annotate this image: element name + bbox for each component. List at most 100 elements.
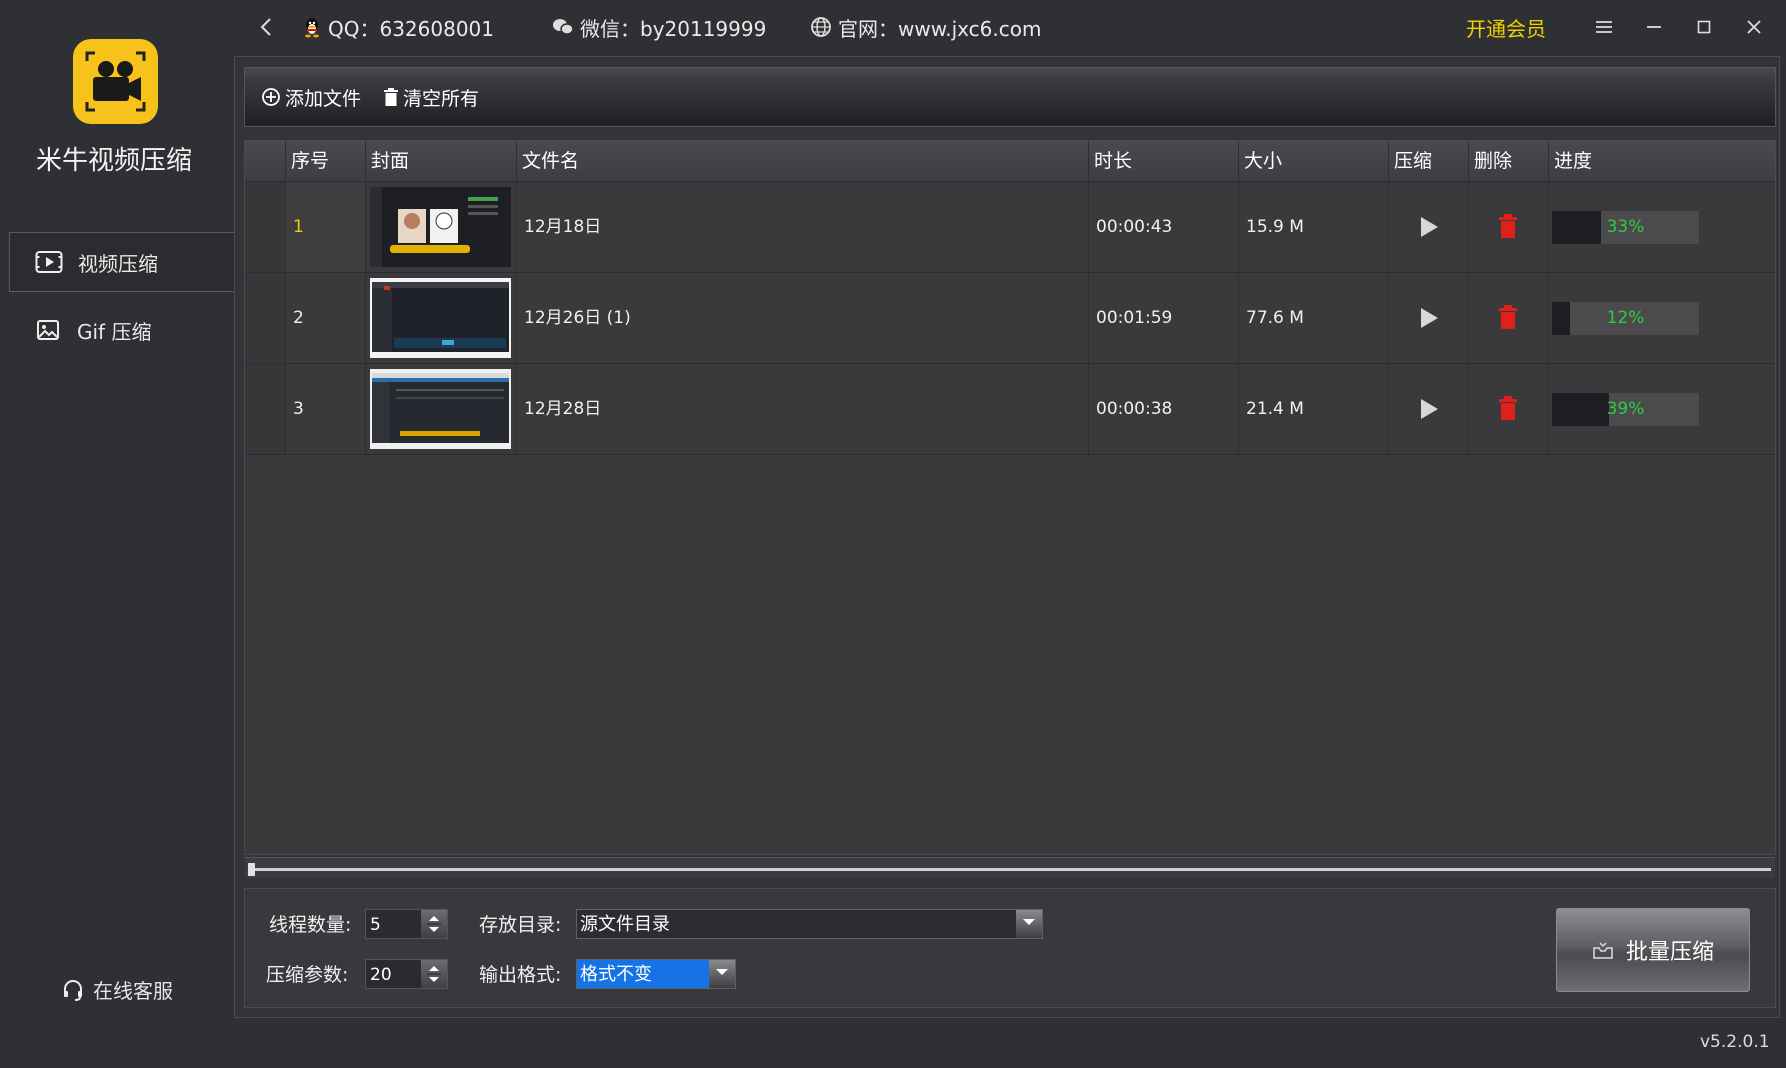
qq-text: QQ：632608001 (328, 16, 495, 41)
globe-icon (811, 17, 831, 37)
video-thumbnail (370, 369, 511, 449)
table-header: 序号 封面 文件名 时长 大小 压缩 删除 进度 (245, 141, 1775, 182)
file-table: 序号 封面 文件名 时长 大小 压缩 删除 进度 1 12月18日 00:00:… (244, 140, 1776, 878)
output-format-select[interactable]: 格式不变 (576, 959, 736, 989)
threads-input[interactable] (366, 910, 428, 940)
image-icon (33, 315, 63, 345)
file-name: 12月28日 (516, 364, 1088, 454)
delete-icon[interactable] (1498, 396, 1518, 420)
param-stepper[interactable] (365, 959, 448, 990)
qq-contact[interactable]: QQ：632608001 (302, 0, 494, 54)
output-format-value: 格式不变 (577, 960, 710, 988)
online-support[interactable]: 在线客服 (0, 975, 234, 1004)
app-logo (73, 39, 158, 124)
horizontal-scrollbar[interactable] (245, 857, 1775, 878)
file-size: 15.9 M (1238, 182, 1388, 272)
play-icon[interactable] (1419, 308, 1439, 328)
stepper-arrows[interactable] (421, 960, 447, 988)
version-label: v5.2.0.1 (1700, 1032, 1770, 1052)
table-row[interactable]: 2 12月26日 (1) 00:01:59 77.6 M 12% (245, 273, 1775, 364)
play-icon[interactable] (1419, 217, 1439, 237)
file-size: 77.6 M (1238, 273, 1388, 363)
play-icon[interactable] (1419, 399, 1439, 419)
back-button[interactable] (258, 0, 280, 54)
penguin-icon (305, 18, 319, 38)
sidebar-item-gif-compress[interactable]: Gif 压缩 (9, 300, 234, 360)
video-icon (34, 247, 64, 277)
threads-stepper[interactable] (365, 909, 448, 940)
delete-icon[interactable] (1498, 214, 1518, 238)
cover-cell (365, 364, 516, 454)
vip-button[interactable]: 开通会员 (1466, 0, 1546, 54)
delete-cell (1468, 273, 1548, 363)
video-thumbnail (370, 187, 511, 267)
delete-icon[interactable] (1498, 305, 1518, 329)
maximize-button[interactable] (1689, 12, 1719, 42)
add-file-label: 添加文件 (285, 87, 362, 110)
chevron-down-icon (716, 969, 728, 975)
video-thumbnail (370, 278, 511, 358)
file-duration: 00:00:43 (1088, 182, 1238, 272)
param-input[interactable] (366, 960, 428, 990)
file-duration: 00:00:38 (1088, 364, 1238, 454)
file-duration: 00:01:59 (1088, 273, 1238, 363)
row-index: 1 (285, 182, 365, 272)
header-progress: 进度 (1548, 141, 1775, 181)
minimize-icon (1647, 26, 1661, 28)
progress-label: 33% (1606, 217, 1645, 237)
close-button[interactable] (1739, 12, 1769, 42)
row-header (245, 364, 285, 454)
add-file-button[interactable]: 添加文件 (261, 84, 361, 111)
headset-icon (64, 979, 82, 1001)
clear-all-button[interactable]: 清空所有 (383, 84, 479, 111)
progress-cell: 39% (1548, 364, 1775, 454)
header-filename: 文件名 (516, 141, 1088, 181)
app-title: 米牛视频压缩 (35, 146, 192, 176)
dropdown-button[interactable] (1016, 910, 1042, 938)
header-cover: 封面 (365, 141, 516, 181)
output-dir-select[interactable]: 源文件目录 (576, 909, 1043, 939)
progress-label: 39% (1606, 399, 1645, 419)
row-header (245, 182, 285, 272)
delete-cell (1468, 182, 1548, 272)
output-dir-value: 源文件目录 (580, 914, 670, 935)
sidebar-item-video-compress[interactable]: 视频压缩 (9, 232, 234, 292)
compress-cell (1388, 364, 1468, 454)
support-label: 在线客服 (93, 979, 173, 1003)
header-compress: 压缩 (1388, 141, 1468, 181)
chevron-left-icon (260, 18, 271, 36)
dir-label: 存放目录: (479, 914, 562, 936)
header-duration: 时长 (1088, 141, 1238, 181)
file-name: 12月26日 (1) (516, 273, 1088, 363)
batch-compress-button[interactable]: 批量压缩 (1556, 908, 1750, 992)
plus-circle-icon (262, 88, 280, 106)
row-index: 3 (285, 364, 365, 454)
minimize-button[interactable] (1639, 12, 1669, 42)
delete-cell (1468, 364, 1548, 454)
title-bar: QQ：632608001 微信：by20119999 官网：www.jxc6.c… (234, 0, 1786, 56)
table-row[interactable]: 3 12月28日 00:00:38 21.4 M 39% (245, 364, 1775, 455)
format-label: 输出格式: (479, 964, 562, 986)
dropdown-button[interactable] (709, 960, 735, 988)
sidebar-item-label: Gif 压缩 (77, 319, 152, 344)
chevron-down-icon (1023, 919, 1035, 925)
trash-icon (384, 88, 399, 106)
hamburger-icon (1596, 21, 1612, 33)
maximize-icon (1697, 20, 1711, 34)
progress-label: 12% (1606, 308, 1645, 328)
stepper-arrows[interactable] (421, 910, 447, 938)
header-corner (245, 141, 285, 181)
inbox-icon (1593, 942, 1613, 959)
camera-icon (85, 51, 146, 112)
clear-all-label: 清空所有 (403, 87, 480, 110)
compress-cell (1388, 273, 1468, 363)
sidebar-item-label: 视频压缩 (78, 251, 158, 276)
file-name: 12月18日 (516, 182, 1088, 272)
table-row[interactable]: 1 12月18日 00:00:43 15.9 M 33% (245, 182, 1775, 273)
progress-bar: 39% (1552, 393, 1699, 426)
menu-button[interactable] (1589, 12, 1619, 42)
header-size: 大小 (1238, 141, 1388, 181)
wechat-contact[interactable]: 微信：by20119999 (552, 0, 766, 54)
scrollbar-thumb[interactable] (248, 863, 255, 876)
website-link[interactable]: 官网：www.jxc6.com (810, 0, 1041, 54)
